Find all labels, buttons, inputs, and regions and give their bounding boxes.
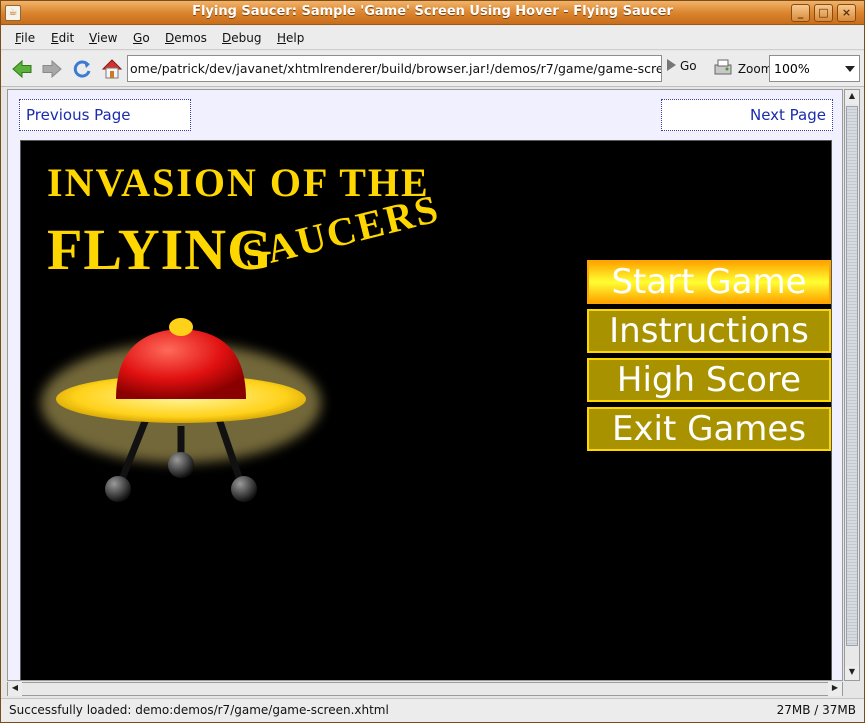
url-input[interactable]: ome/patrick/dev/javanet/xhtmlrenderer/bu…	[127, 55, 662, 82]
back-arrow-icon[interactable]	[11, 58, 33, 80]
chevron-down-icon[interactable]	[845, 66, 855, 72]
vertical-scrollbar[interactable]: ▲ ▼	[844, 89, 860, 681]
menu-view[interactable]: View	[89, 31, 117, 45]
menu-demos[interactable]: Demos	[165, 31, 207, 45]
window-title: Flying Saucer: Sample 'Game' Screen Usin…	[192, 4, 673, 19]
menu-file[interactable]: File	[15, 31, 35, 45]
scroll-up-arrow-icon[interactable]: ▲	[845, 90, 859, 104]
scroll-right-arrow-icon[interactable]: ▶	[828, 682, 842, 696]
previous-page-link[interactable]: Previous Page	[19, 99, 191, 131]
title-bar: ☕ Flying Saucer: Sample 'Game' Screen Us…	[1, 1, 864, 25]
close-button[interactable]: ×	[837, 4, 856, 22]
logo-line-1: INVASION OF THE	[47, 160, 430, 205]
menu-debug[interactable]: Debug	[222, 31, 261, 45]
next-page-link[interactable]: Next Page	[661, 99, 833, 131]
go-arrow-icon	[667, 59, 676, 71]
high-score-button[interactable]: High Score	[587, 358, 831, 402]
zoom-label: Zoom	[712, 58, 772, 78]
menu-edit[interactable]: Edit	[51, 31, 74, 45]
flying-saucer-illustration	[41, 318, 321, 502]
horizontal-scrollbar[interactable]: ◀ ▶	[7, 682, 843, 696]
instructions-button[interactable]: Instructions	[587, 309, 831, 353]
menu-bar: File Edit View Go Demos Debug Help	[1, 26, 864, 50]
scroll-left-arrow-icon[interactable]: ◀	[8, 682, 22, 696]
browser-window: ☕ Flying Saucer: Sample 'Game' Screen Us…	[0, 0, 865, 723]
scroll-down-arrow-icon[interactable]: ▼	[845, 666, 859, 680]
home-icon[interactable]	[101, 58, 123, 80]
navigation-toolbar: ome/patrick/dev/javanet/xhtmlrenderer/bu…	[1, 51, 864, 87]
forward-arrow-icon[interactable]	[41, 58, 63, 80]
minimize-button[interactable]: _	[791, 4, 810, 22]
logo-line-2a: FLYING	[47, 217, 273, 282]
vertical-scroll-thumb[interactable]	[846, 106, 858, 646]
status-bar: Successfully loaded: demo:demos/r7/game/…	[1, 698, 864, 722]
memory-usage: 27MB / 37MB	[776, 703, 856, 717]
zoom-select[interactable]: 100%	[769, 55, 860, 82]
game-screen: INVASION OF THE FLYING SAUCERS Start Gam…	[20, 140, 832, 680]
reload-icon[interactable]	[71, 58, 93, 80]
status-message: Successfully loaded: demo:demos/r7/game/…	[9, 703, 389, 717]
start-game-button[interactable]: Start Game	[587, 260, 831, 304]
print-preview-icon	[714, 59, 732, 75]
go-button[interactable]: Go	[667, 59, 697, 73]
exit-games-button[interactable]: Exit Games	[587, 407, 831, 451]
maximize-button[interactable]: □	[814, 4, 833, 22]
page-viewport: Previous Page Next Page INVASION OF THE …	[7, 89, 843, 681]
menu-help[interactable]: Help	[277, 31, 304, 45]
menu-go[interactable]: Go	[133, 31, 150, 45]
